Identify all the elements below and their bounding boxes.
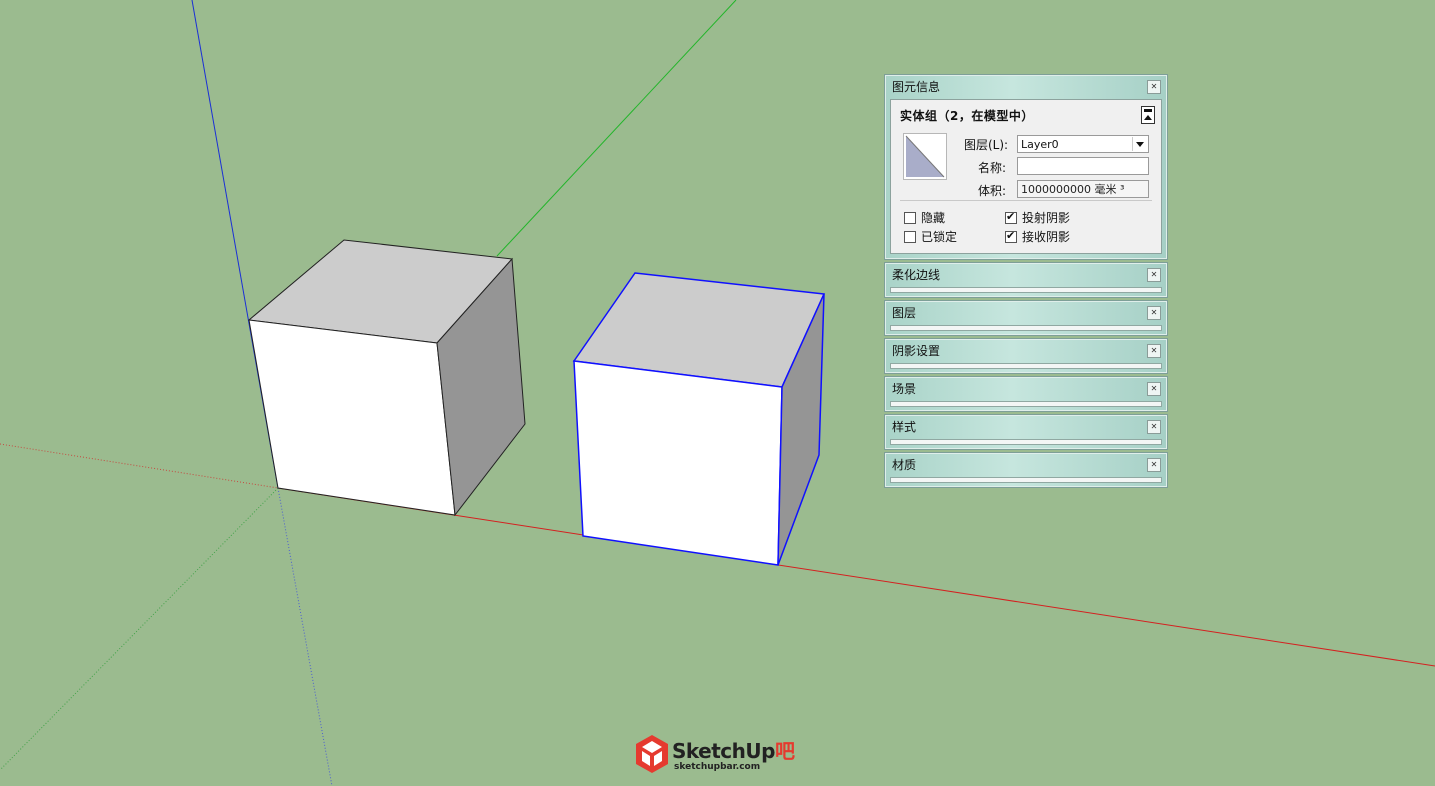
entity-info-body: 实体组（2，在模型中） 图层(L): Layer0 名称: 体积: 100000… (890, 99, 1162, 254)
collapse-details-icon[interactable] (1141, 106, 1155, 124)
panel-shadows-title-bar[interactable]: 阴影设置 ✕ (885, 339, 1167, 363)
panel-title: 场景 (892, 382, 917, 396)
model-viewport[interactable] (0, 0, 1435, 786)
panel-materials[interactable]: 材质 ✕ (884, 452, 1168, 488)
blue-axis-dotted (277, 487, 333, 786)
panel-styles[interactable]: 样式 ✕ (884, 414, 1168, 450)
logo-brand: SketchUp (672, 739, 775, 763)
panel-strip (890, 439, 1162, 445)
green-axis-dotted (0, 487, 279, 771)
panel-styles-title-bar[interactable]: 样式 ✕ (885, 415, 1167, 439)
locked-label: 已锁定 (921, 230, 958, 244)
close-icon[interactable]: ✕ (1147, 382, 1161, 396)
hide-checkbox[interactable] (904, 212, 916, 224)
panel-strip (890, 287, 1162, 293)
volume-field: 1000000000 毫米 ³ (1017, 180, 1149, 198)
cast-shadow-label: 投射阴影 (1022, 211, 1071, 225)
locked-checkbox[interactable] (904, 231, 916, 243)
panel-scenes-title-bar[interactable]: 场景 ✕ (885, 377, 1167, 401)
sketchup-cube-icon (636, 735, 668, 773)
entity-header: 实体组（2，在模型中） (900, 109, 1034, 123)
close-icon[interactable]: ✕ (1147, 306, 1161, 320)
panel-layers-title-bar[interactable]: 图层 ✕ (885, 301, 1167, 325)
layer-select[interactable]: Layer0 (1017, 135, 1149, 153)
close-icon[interactable]: ✕ (1147, 420, 1161, 434)
close-icon[interactable]: ✕ (1147, 344, 1161, 358)
sketchupbar-logo: SketchUp吧 sketchupbar.com (634, 733, 804, 781)
hide-label: 隐藏 (921, 211, 946, 225)
close-icon[interactable]: ✕ (1147, 80, 1161, 94)
name-label: 名称: (978, 161, 1007, 175)
cast-shadow-checkbox[interactable] (1005, 210, 1017, 224)
panel-strip (890, 325, 1162, 331)
panel-shadows[interactable]: 阴影设置 ✕ (884, 338, 1168, 374)
cube-right-selected[interactable] (572, 272, 826, 566)
panel-strip (890, 363, 1162, 369)
cube-right-front-face (573, 360, 783, 566)
panel-strip (890, 401, 1162, 407)
panel-title: 材质 (892, 458, 917, 472)
name-input[interactable] (1017, 157, 1149, 175)
cube-left[interactable] (247, 239, 526, 517)
entity-info-title: 图元信息 (892, 80, 941, 94)
layer-select-value: Layer0 (1021, 138, 1059, 151)
chevron-down-icon[interactable] (1132, 137, 1147, 151)
default-tray: 图元信息 ✕ 实体组（2，在模型中） 图层(L): Layer0 名称: 体积:… (884, 74, 1168, 490)
entity-info-window: 图元信息 ✕ 实体组（2，在模型中） 图层(L): Layer0 名称: 体积:… (884, 74, 1168, 260)
panel-layers[interactable]: 图层 ✕ (884, 300, 1168, 336)
close-icon[interactable]: ✕ (1147, 458, 1161, 472)
panel-title: 阴影设置 (892, 344, 941, 358)
panel-title: 柔化边线 (892, 268, 941, 282)
divider (900, 200, 1152, 201)
layer-label: 图层(L): (964, 138, 1009, 152)
panel-soften-edges-title-bar[interactable]: 柔化边线 ✕ (885, 263, 1167, 287)
receive-shadow-label: 接收阴影 (1022, 230, 1071, 244)
panel-title: 样式 (892, 420, 917, 434)
logo-url: sketchupbar.com (674, 762, 761, 772)
logo-suffix: 吧 (774, 739, 795, 763)
logo-wordmark: SketchUp吧 (672, 735, 795, 764)
close-icon[interactable]: ✕ (1147, 268, 1161, 282)
red-axis-dotted (0, 443, 279, 489)
panel-scenes[interactable]: 场景 ✕ (884, 376, 1168, 412)
panel-soften-edges[interactable]: 柔化边线 ✕ (884, 262, 1168, 298)
cube-left-front-face (248, 319, 456, 516)
green-axis-line (496, 0, 737, 257)
panel-title: 图层 (892, 306, 917, 320)
material-swatch-icon (905, 135, 945, 178)
entity-info-title-bar[interactable]: 图元信息 ✕ (885, 75, 1167, 99)
receive-shadow-checkbox[interactable] (1005, 229, 1017, 243)
volume-label: 体积: (978, 184, 1007, 198)
material-swatch[interactable] (903, 133, 947, 180)
panel-strip (890, 477, 1162, 483)
panel-materials-title-bar[interactable]: 材质 ✕ (885, 453, 1167, 477)
